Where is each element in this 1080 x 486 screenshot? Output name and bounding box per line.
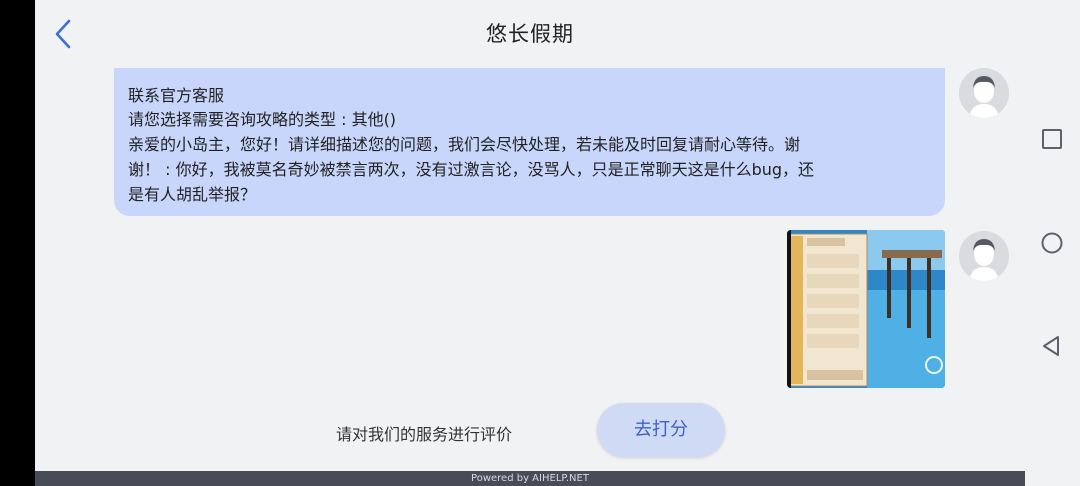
attached-image[interactable] [787, 230, 945, 388]
avatar [959, 231, 1009, 281]
square-icon [1042, 129, 1062, 149]
message-bubble: 联系官方客服 请您选择需要咨询攻略的类型 : 其他() 亲爱的小岛主，您好！请详… [114, 68, 945, 216]
user-avatar-icon [959, 231, 1009, 281]
app-header: 悠长假期 [35, 0, 1025, 68]
message-line: 请您选择需要咨询攻略的类型 : 其他() [128, 110, 397, 129]
powered-by-banner: Powered by AIHELP.NET [35, 471, 1025, 486]
circle-icon [1041, 232, 1063, 254]
page-title: 悠长假期 [486, 22, 574, 46]
avatar [959, 68, 1009, 118]
chat-area[interactable]: 联系官方客服 请您选择需要咨询攻略的类型 : 其他() 亲爱的小岛主，您好！请详… [35, 68, 1025, 388]
system-back-button[interactable] [1040, 334, 1064, 358]
message-line: 亲爱的小岛主，您好！请详细描述您的问题，我们会尽快处理，若未能及时回复请耐心等待… [128, 135, 801, 154]
rating-prompt: 请对我们的服务进行评价 [336, 425, 513, 444]
recents-button[interactable] [1040, 127, 1064, 151]
message-line: 谢！ : 你好，我被莫名奇妙被禁言两次，没有过激言论，没骂人，只是正常聊天这是什… [128, 160, 815, 179]
rate-button[interactable]: 去打分 [597, 403, 725, 457]
message-line: 联系官方客服 [128, 86, 225, 105]
rating-bar: 请对我们的服务进行评价 去打分 [35, 388, 1025, 471]
screen-left-edge [0, 0, 35, 486]
triangle-back-icon [1043, 336, 1059, 356]
game-screenshot-thumbnail [787, 230, 945, 388]
message-line: 是有人胡乱举报？ [128, 185, 257, 204]
home-button[interactable] [1040, 231, 1064, 255]
user-avatar-icon [959, 68, 1009, 118]
